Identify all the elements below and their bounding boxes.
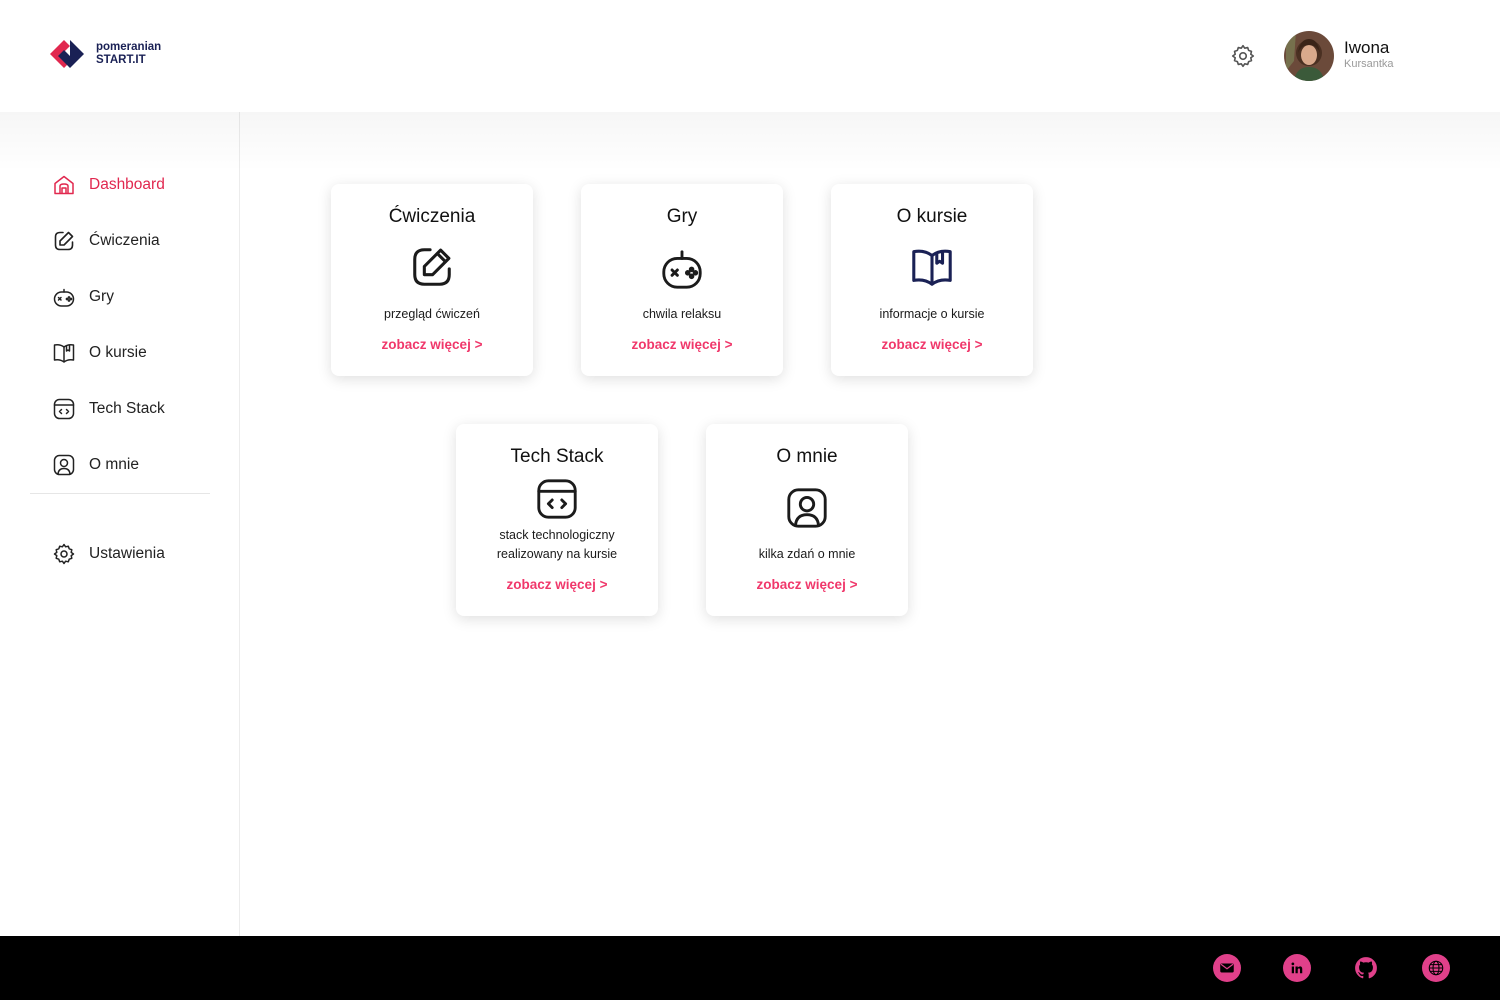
gear-icon: [53, 543, 75, 565]
user-role: Kursantka: [1344, 58, 1394, 70]
top-header: pomeranian START.IT Iwona Kursantka: [0, 0, 1500, 112]
card-see-more-link[interactable]: zobacz więcej >: [331, 337, 533, 352]
card-gry[interactable]: Gry chwila relaksu zobacz więcej >: [581, 184, 783, 376]
linkedin-icon[interactable]: [1283, 954, 1311, 982]
globe-icon[interactable]: [1422, 954, 1450, 982]
github-icon[interactable]: [1352, 954, 1380, 982]
card-description: stack technologiczny realizowany na kurs…: [496, 528, 618, 561]
sidebar-item-tech-stack[interactable]: Tech Stack: [52, 396, 165, 422]
card-see-more-link[interactable]: zobacz więcej >: [706, 577, 908, 592]
card-description: kilka zdań o mnie: [758, 547, 856, 561]
card-description: informacje o kursie: [879, 307, 985, 321]
brand-name: pomeranian START.IT: [96, 41, 161, 67]
header-shadow: [240, 112, 1500, 172]
sidebar-item-o-mnie[interactable]: O mnie: [52, 452, 139, 478]
brand-line2: START.IT: [96, 54, 146, 66]
sidebar-item-cwiczenia[interactable]: Ćwiczenia: [52, 228, 160, 254]
avatar[interactable]: [1284, 31, 1334, 81]
card-tech-stack[interactable]: Tech Stack stack technologiczny realizow…: [456, 424, 658, 616]
card-see-more-link[interactable]: zobacz więcej >: [581, 337, 783, 352]
sidebar-item-gry[interactable]: Gry: [52, 284, 114, 310]
card-o-mnie[interactable]: O mnie kilka zdań o mnie zobacz więcej >: [706, 424, 908, 616]
book-icon: [912, 249, 952, 286]
card-title: Ćwiczenia: [388, 206, 476, 227]
sidebar-divider: [30, 493, 210, 494]
card-title: Tech Stack: [510, 446, 604, 467]
gamepad-icon: [662, 250, 702, 289]
header-shadow-left: [0, 112, 240, 172]
card-description: chwila relaksu: [642, 307, 722, 321]
sidebar-item-label: Tech Stack: [89, 400, 165, 417]
mail-icon[interactable]: [1213, 954, 1241, 982]
card-description: przegląd ćwiczeń: [384, 307, 480, 321]
card-title: O mnie: [776, 446, 838, 467]
sidebar-item-o-kursie[interactable]: O kursie: [52, 340, 147, 366]
edit-icon: [54, 231, 74, 251]
sidebar-item-dashboard[interactable]: Dashboard: [52, 172, 165, 198]
card-see-more-link[interactable]: zobacz więcej >: [456, 577, 658, 592]
code-window-icon: [537, 479, 577, 519]
logo-mark-icon: [50, 40, 84, 68]
card-cwiczenia[interactable]: Ćwiczenia przegląd ćwiczeń zobacz więcej…: [331, 184, 533, 376]
book-icon: [53, 344, 75, 363]
sidebar-item-label: Ustawienia: [89, 545, 165, 562]
sidebar-item-label: O mnie: [89, 456, 139, 473]
home-icon: [54, 175, 74, 195]
brand-logo[interactable]: pomeranian START.IT: [48, 38, 161, 70]
card-o-kursie[interactable]: O kursie informacje o kursie zobacz więc…: [831, 184, 1033, 376]
card-see-more-link[interactable]: zobacz więcej >: [831, 337, 1033, 352]
user-icon: [787, 488, 827, 528]
sidebar-item-label: Dashboard: [89, 176, 165, 193]
user-icon: [53, 454, 75, 476]
code-window-icon: [53, 398, 75, 420]
sidebar-item-label: Ćwiczenia: [89, 232, 160, 249]
gear-icon[interactable]: [1230, 43, 1256, 69]
card-title: O kursie: [896, 206, 968, 227]
edit-icon: [413, 248, 451, 286]
footer: [0, 936, 1500, 1000]
sidebar-item-label: O kursie: [89, 344, 147, 361]
brand-line1: pomeranian: [96, 41, 162, 53]
gamepad-icon: [53, 288, 75, 307]
user-name: Iwona: [1344, 38, 1390, 57]
sidebar-item-ustawienia[interactable]: Ustawienia: [52, 541, 165, 567]
card-title: Gry: [666, 206, 698, 227]
sidebar: Dashboard Ćwiczenia Gry O kursie Tech St…: [0, 112, 240, 936]
sidebar-item-label: Gry: [89, 288, 114, 305]
